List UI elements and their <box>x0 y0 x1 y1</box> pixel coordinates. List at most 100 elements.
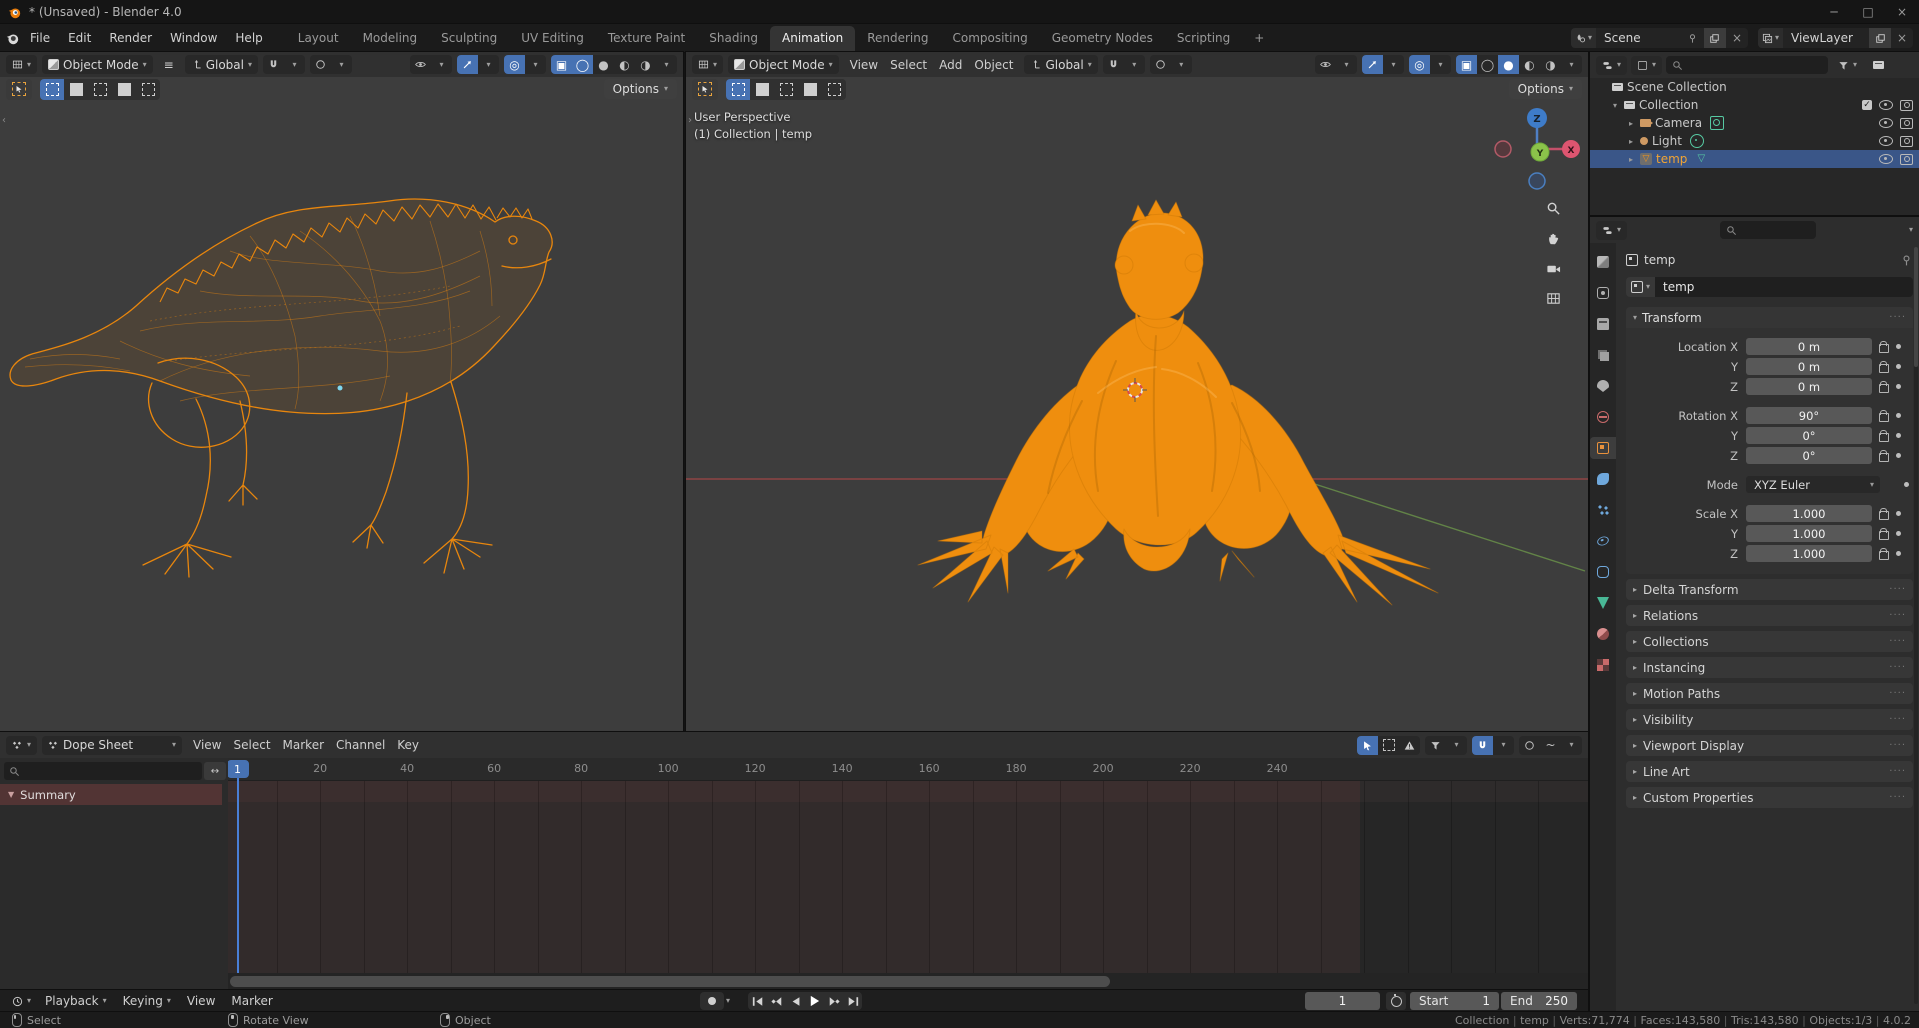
expander-icon[interactable]: ▾ <box>1610 101 1620 110</box>
viewport-right[interactable]: ▾ Object Mode ▾ View Select Add Object Globa… <box>686 52 1588 732</box>
options-button[interactable]: Options ▾ <box>1508 79 1582 99</box>
workspace-tab[interactable]: Shading <box>697 26 770 52</box>
object-browse-button[interactable]: ▾ <box>1626 277 1656 297</box>
jump-to-start-button[interactable] <box>748 992 767 1010</box>
properties-tab[interactable] <box>1590 561 1616 583</box>
shading-solid-icon[interactable]: ● <box>593 55 614 74</box>
shading-solid-icon[interactable]: ● <box>1498 55 1519 74</box>
snap-magnet-icon[interactable] <box>1472 735 1493 755</box>
collapsed-section[interactable]: ▸ Motion Paths ···· <box>1626 683 1913 704</box>
animate-property-dot[interactable] <box>1896 384 1901 389</box>
panel-grip[interactable]: ···· <box>1889 636 1906 647</box>
dope-sheet-timeline[interactable]: 20 40 60 80 100 120 140 160 180 200 220 240 1 <box>228 758 1588 973</box>
select-extend-button[interactable] <box>64 79 88 100</box>
navigation-gizmo[interactable]: Z X Y <box>1491 103 1583 195</box>
collapsed-section[interactable]: ▸ Relations ···· <box>1626 605 1913 626</box>
falloff-curve-icon[interactable]: ~ <box>1540 736 1561 755</box>
collapsed-section[interactable]: ▸ Delta Transform ···· <box>1626 579 1913 600</box>
viewport-menu-item[interactable]: Select <box>884 58 933 72</box>
snap-settings-dropdown[interactable]: ▾ <box>284 55 305 74</box>
blender-menu-icon[interactable] <box>6 32 19 45</box>
transform-panel-header[interactable]: ▾ Transform ···· <box>1626 307 1913 328</box>
gizmo-dropdown[interactable]: ▾ <box>1383 55 1404 74</box>
current-frame-badge[interactable]: 1 <box>228 760 249 778</box>
lock-icon[interactable] <box>1879 547 1889 560</box>
workspace-tab[interactable]: Geometry Nodes <box>1040 26 1165 52</box>
snap-settings-dropdown[interactable]: ▾ <box>1124 55 1145 74</box>
properties-tab[interactable] <box>1590 499 1616 521</box>
workspace-tab[interactable]: Scripting <box>1165 26 1242 52</box>
properties-tab[interactable] <box>1590 251 1616 273</box>
properties-tab[interactable] <box>1590 313 1616 335</box>
playback-menu-item[interactable]: View▾ <box>179 990 223 1012</box>
select-intersect-button[interactable] <box>136 79 160 100</box>
timeline-scrollbar[interactable] <box>228 973 1588 990</box>
hide-viewport-eye-icon[interactable] <box>1879 100 1893 110</box>
topbar-menu-item[interactable]: Render <box>100 24 161 52</box>
animate-property-dot[interactable] <box>1896 433 1901 438</box>
transform-orientation-dropdown[interactable]: Global ▾ <box>184 55 258 74</box>
channel-search-input[interactable] <box>4 762 202 780</box>
outliner-row[interactable]: Scene Collection ✓ <box>1590 78 1919 96</box>
show-gizmo-icon[interactable] <box>457 55 478 74</box>
workspace-tab[interactable]: Rendering <box>855 26 940 52</box>
properties-tab[interactable] <box>1590 437 1616 459</box>
outliner-item-label[interactable]: Camera <box>1655 116 1702 130</box>
topbar-menu-item[interactable]: File <box>21 24 59 52</box>
options-button[interactable]: Options ▾ <box>603 79 677 99</box>
lock-icon[interactable] <box>1879 340 1889 353</box>
animate-property-dot[interactable] <box>1896 344 1901 349</box>
outliner-item-label[interactable]: Light <box>1652 134 1682 148</box>
view-layer-name[interactable]: ViewLayer <box>1783 31 1869 45</box>
properties-tab[interactable] <box>1590 530 1616 552</box>
only-selected-cursor-icon[interactable] <box>1357 735 1378 755</box>
transform-value-field[interactable]: 0 m▾ <box>1746 378 1872 395</box>
wireframe-lizard-model[interactable] <box>0 101 683 732</box>
zoom-icon[interactable] <box>1542 197 1564 219</box>
transform-value-field[interactable]: XYZ Euler ▾ <box>1746 476 1880 493</box>
panel-grip[interactable]: ···· <box>1889 312 1906 323</box>
outliner-filter-mode-dropdown[interactable]: ▾ <box>1631 55 1663 75</box>
outliner-search-input[interactable] <box>1666 56 1829 74</box>
properties-tab[interactable] <box>1590 282 1616 304</box>
workspace-tab[interactable]: Modeling <box>351 26 430 52</box>
properties-tab[interactable] <box>1590 623 1616 645</box>
viewport-right-canvas[interactable]: › User Perspective (1) Collection | temp <box>686 101 1588 732</box>
viewport-menu-item[interactable]: Object <box>968 58 1019 72</box>
play-reverse-button[interactable] <box>786 992 805 1010</box>
panel-grip[interactable]: ···· <box>1889 714 1906 725</box>
select-extend-button[interactable] <box>750 79 774 100</box>
workspace-tab[interactable]: Sculpting <box>429 26 509 52</box>
outliner-display-mode-dropdown[interactable]: ▾ <box>1596 55 1628 75</box>
lock-icon[interactable] <box>1879 449 1889 462</box>
lock-icon[interactable] <box>1879 429 1889 442</box>
show-overlays-icon[interactable]: ◎ <box>504 55 525 74</box>
properties-tab[interactable] <box>1590 468 1616 490</box>
new-scene-button[interactable] <box>1703 28 1726 48</box>
transform-value-field[interactable]: 0 m▾ <box>1746 358 1872 375</box>
shading-dropdown[interactable]: ▾ <box>656 55 677 74</box>
outliner-row[interactable]: ▸ temp ✓ <box>1590 150 1919 168</box>
show-overlays-icon[interactable]: ◎ <box>1409 55 1430 74</box>
mode-dropdown[interactable]: Object Mode ▾ <box>42 55 153 74</box>
pin-icon[interactable] <box>1682 28 1704 48</box>
outliner-item-label[interactable]: temp <box>1656 152 1687 166</box>
expander-icon[interactable]: ▸ <box>1626 155 1636 164</box>
workspace-tab[interactable]: UV Editing <box>509 26 596 52</box>
disable-render-camera-icon[interactable] <box>1900 99 1913 111</box>
select-subtract-button[interactable] <box>88 79 112 100</box>
outliner-row[interactable]: ▸ Camera ✓ <box>1590 114 1919 132</box>
ortho-toggle-icon[interactable] <box>1542 287 1564 309</box>
chevron-down-icon[interactable]: ▾ <box>726 997 730 1005</box>
proportional-falloff-dropdown[interactable]: ▾ <box>331 55 352 74</box>
panel-grip[interactable]: ···· <box>1889 766 1906 777</box>
new-collection-button[interactable] <box>1867 56 1890 75</box>
editor-type-button[interactable]: ▾ <box>6 735 38 755</box>
animate-property-dot[interactable] <box>1896 364 1901 369</box>
proportional-edit-icon[interactable] <box>1150 55 1171 74</box>
scene-browse-button[interactable]: ▾ <box>1570 28 1596 48</box>
play-button[interactable] <box>805 992 824 1010</box>
minimize-button[interactable]: ─ <box>1817 0 1851 24</box>
outliner-item-label[interactable]: Scene Collection <box>1627 80 1727 94</box>
lock-icon[interactable] <box>1879 507 1889 520</box>
